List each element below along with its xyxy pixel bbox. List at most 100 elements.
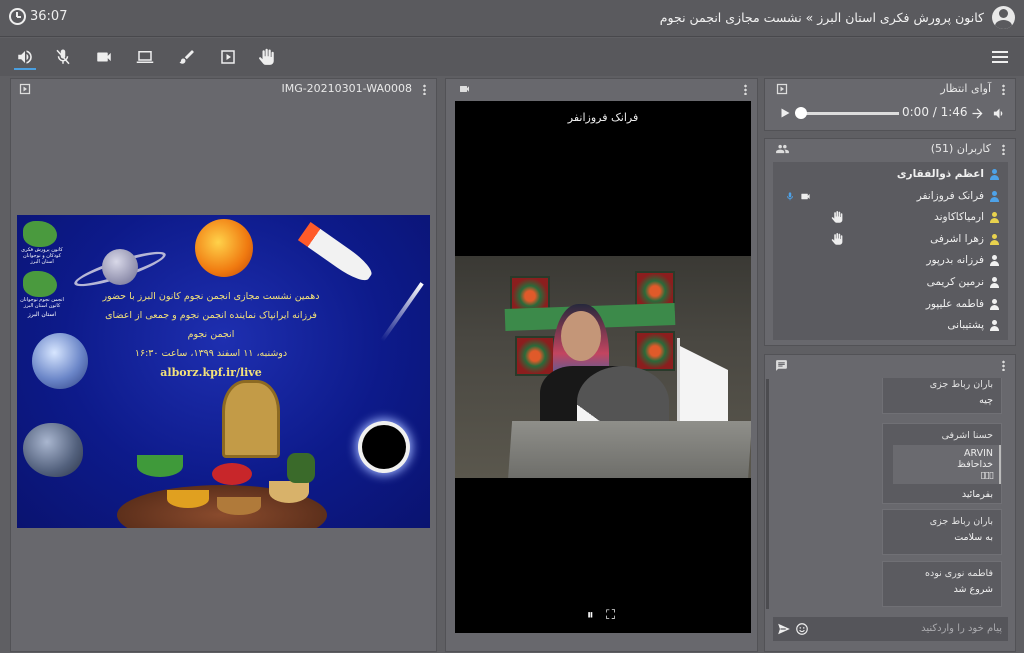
media-icon (19, 83, 31, 95)
camera-icon (97, 52, 111, 62)
asteroid-image (23, 423, 83, 477)
podium (507, 421, 751, 478)
user-row[interactable]: فرانک فروزانفر (773, 186, 1008, 208)
volume-icon[interactable] (992, 106, 1007, 121)
chat-quote-line: خداحافظ (957, 459, 993, 470)
comet-image (380, 282, 424, 342)
camera-icon (460, 86, 469, 92)
audio-seek-handle[interactable] (795, 107, 807, 119)
logo-text-city: استان البرز (27, 311, 57, 318)
chat-menu-icon[interactable] (1002, 360, 1005, 371)
user-name: اعظم ذوالفقاری (896, 168, 984, 180)
planet-image (32, 333, 88, 389)
speaker-icon (18, 50, 32, 64)
kanoon-logo: کانون پرورش فکری کودکان و نوجوانان استان… (19, 219, 64, 331)
slide-line-1: دهمین نشست مجازی انجمن نجوم کانون البرز … (102, 291, 320, 302)
video-header (446, 79, 757, 99)
users-count-title: کاربران (51) (930, 142, 991, 155)
black-hole-image (362, 425, 406, 469)
user-icon (989, 190, 1000, 202)
chat-text: بفرمائید (961, 489, 993, 500)
camera-button[interactable] (93, 46, 115, 68)
user-icon (989, 169, 1000, 180)
user-name: فرانک فروزانفر (916, 189, 984, 202)
user-name: ارمیاکاکاوند (934, 211, 984, 224)
hand-icon (259, 48, 274, 65)
chat-messages: باران رباط جزی چیه حسنا اشرفی ARVIN خداح… (773, 378, 1008, 612)
screen-share-button[interactable] (134, 46, 156, 68)
screen-share-icon (136, 51, 154, 63)
camera-on-icon (801, 193, 810, 199)
menu-icon[interactable] (992, 51, 1008, 63)
brush-icon (179, 50, 194, 64)
chat-sender: باران رباط جزی (929, 379, 993, 390)
slide-line-3: انجمن نجوم (187, 329, 235, 340)
users-menu-icon[interactable] (1002, 144, 1005, 155)
audio-header: آوای انتظار (765, 79, 1015, 99)
video-presenter-name: فرانک فروزانفر (567, 111, 639, 124)
user-account-icon[interactable] (992, 6, 1015, 29)
user-row[interactable]: فرزانه بدرپور (773, 250, 1008, 272)
raised-hand-icon (831, 211, 843, 223)
users-header: کاربران (51) (765, 139, 1015, 159)
slide-url: alborz.kpf.ir/live (160, 366, 262, 379)
haftsin-mirror (222, 380, 280, 458)
whiteboard-button[interactable] (176, 46, 198, 68)
raise-hand-button[interactable] (256, 46, 278, 68)
video-menu-icon[interactable] (744, 84, 747, 95)
clock-icon (9, 8, 26, 25)
presentation-header: IMG-20210301-WA0008 (11, 79, 436, 99)
user-row[interactable]: اعظم ذوالفقاری (773, 164, 1008, 186)
play-icon[interactable] (779, 107, 791, 119)
user-icon (989, 255, 1000, 267)
presentation-filename: IMG-20210301-WA0008 (281, 82, 412, 95)
speaker-button[interactable] (14, 46, 36, 68)
audio-panel: آوای انتظار 0:00 / 1:46 (764, 78, 1016, 131)
video-frame (455, 256, 751, 478)
chat-input[interactable]: پیام خود را واردکنید (773, 617, 1008, 641)
user-row[interactable]: فاطمه علیپور (773, 294, 1008, 316)
user-name: پشتیبانی (947, 319, 984, 332)
emoji-icon[interactable] (795, 622, 809, 636)
chat-input-placeholder: پیام خود را واردکنید (921, 623, 1002, 634)
user-icon (989, 298, 1000, 310)
slide-line-4: دوشنبه، ۱۱ اسفند ۱۳۹۹، ساعت ۱۶:۳۰ (134, 348, 288, 359)
chat-scrollbar[interactable] (766, 379, 769, 609)
pause-button[interactable]: ⏸ (587, 608, 594, 623)
speaker-active-indicator (14, 68, 36, 70)
chat-quote-line: ARVIN (964, 448, 993, 459)
rocket-image (297, 222, 377, 286)
media-icon (221, 50, 235, 64)
saturn-image (102, 249, 138, 285)
user-row[interactable]: پشتیبانی (773, 315, 1008, 337)
user-name: زهرا اشرفی (930, 232, 984, 245)
chat-message: فاطمه نوری نوده شروع شد (882, 561, 1002, 607)
user-name: نرمین کریمی (926, 276, 984, 288)
toolbar (0, 38, 1024, 76)
audio-title: آوای انتظار (940, 82, 991, 95)
top-bar: 36:07 کانون پرورش فکری استان البرز » نشس… (0, 0, 1024, 37)
raised-hand-icon (831, 232, 843, 245)
audio-menu-icon[interactable] (1002, 84, 1005, 95)
user-row[interactable]: زهرا اشرفی (773, 229, 1008, 251)
chat-quote: ARVIN خداحافظ ▯▯▯ (893, 445, 1001, 484)
kanoon-flag (680, 346, 728, 426)
user-row[interactable]: نرمین کریمی (773, 272, 1008, 294)
fullscreen-button[interactable]: ⛶ (606, 608, 615, 623)
media-button[interactable] (217, 46, 239, 68)
video-panel: فرانک فروزانفر ⏸ ⛶ (445, 78, 758, 652)
mic-muted-icon (56, 49, 70, 65)
send-icon[interactable] (777, 622, 791, 636)
video-player[interactable]: فرانک فروزانفر ⏸ ⛶ (455, 101, 751, 633)
audio-seek-bar[interactable] (797, 112, 899, 115)
mic-button[interactable] (52, 46, 74, 68)
user-name: فاطمه علیپور (925, 297, 984, 310)
user-row[interactable]: ارمیاکاکاوند (773, 207, 1008, 229)
arrow-right-icon[interactable] (970, 106, 985, 121)
chat-message: باران رباط جزی به سلامت (882, 509, 1002, 555)
chat-text: شروع شد (953, 584, 993, 595)
people-icon (776, 144, 789, 154)
user-icon (989, 212, 1000, 224)
user-name: فرزانه بدرپور (926, 254, 984, 267)
presentation-menu-icon[interactable] (423, 84, 426, 95)
